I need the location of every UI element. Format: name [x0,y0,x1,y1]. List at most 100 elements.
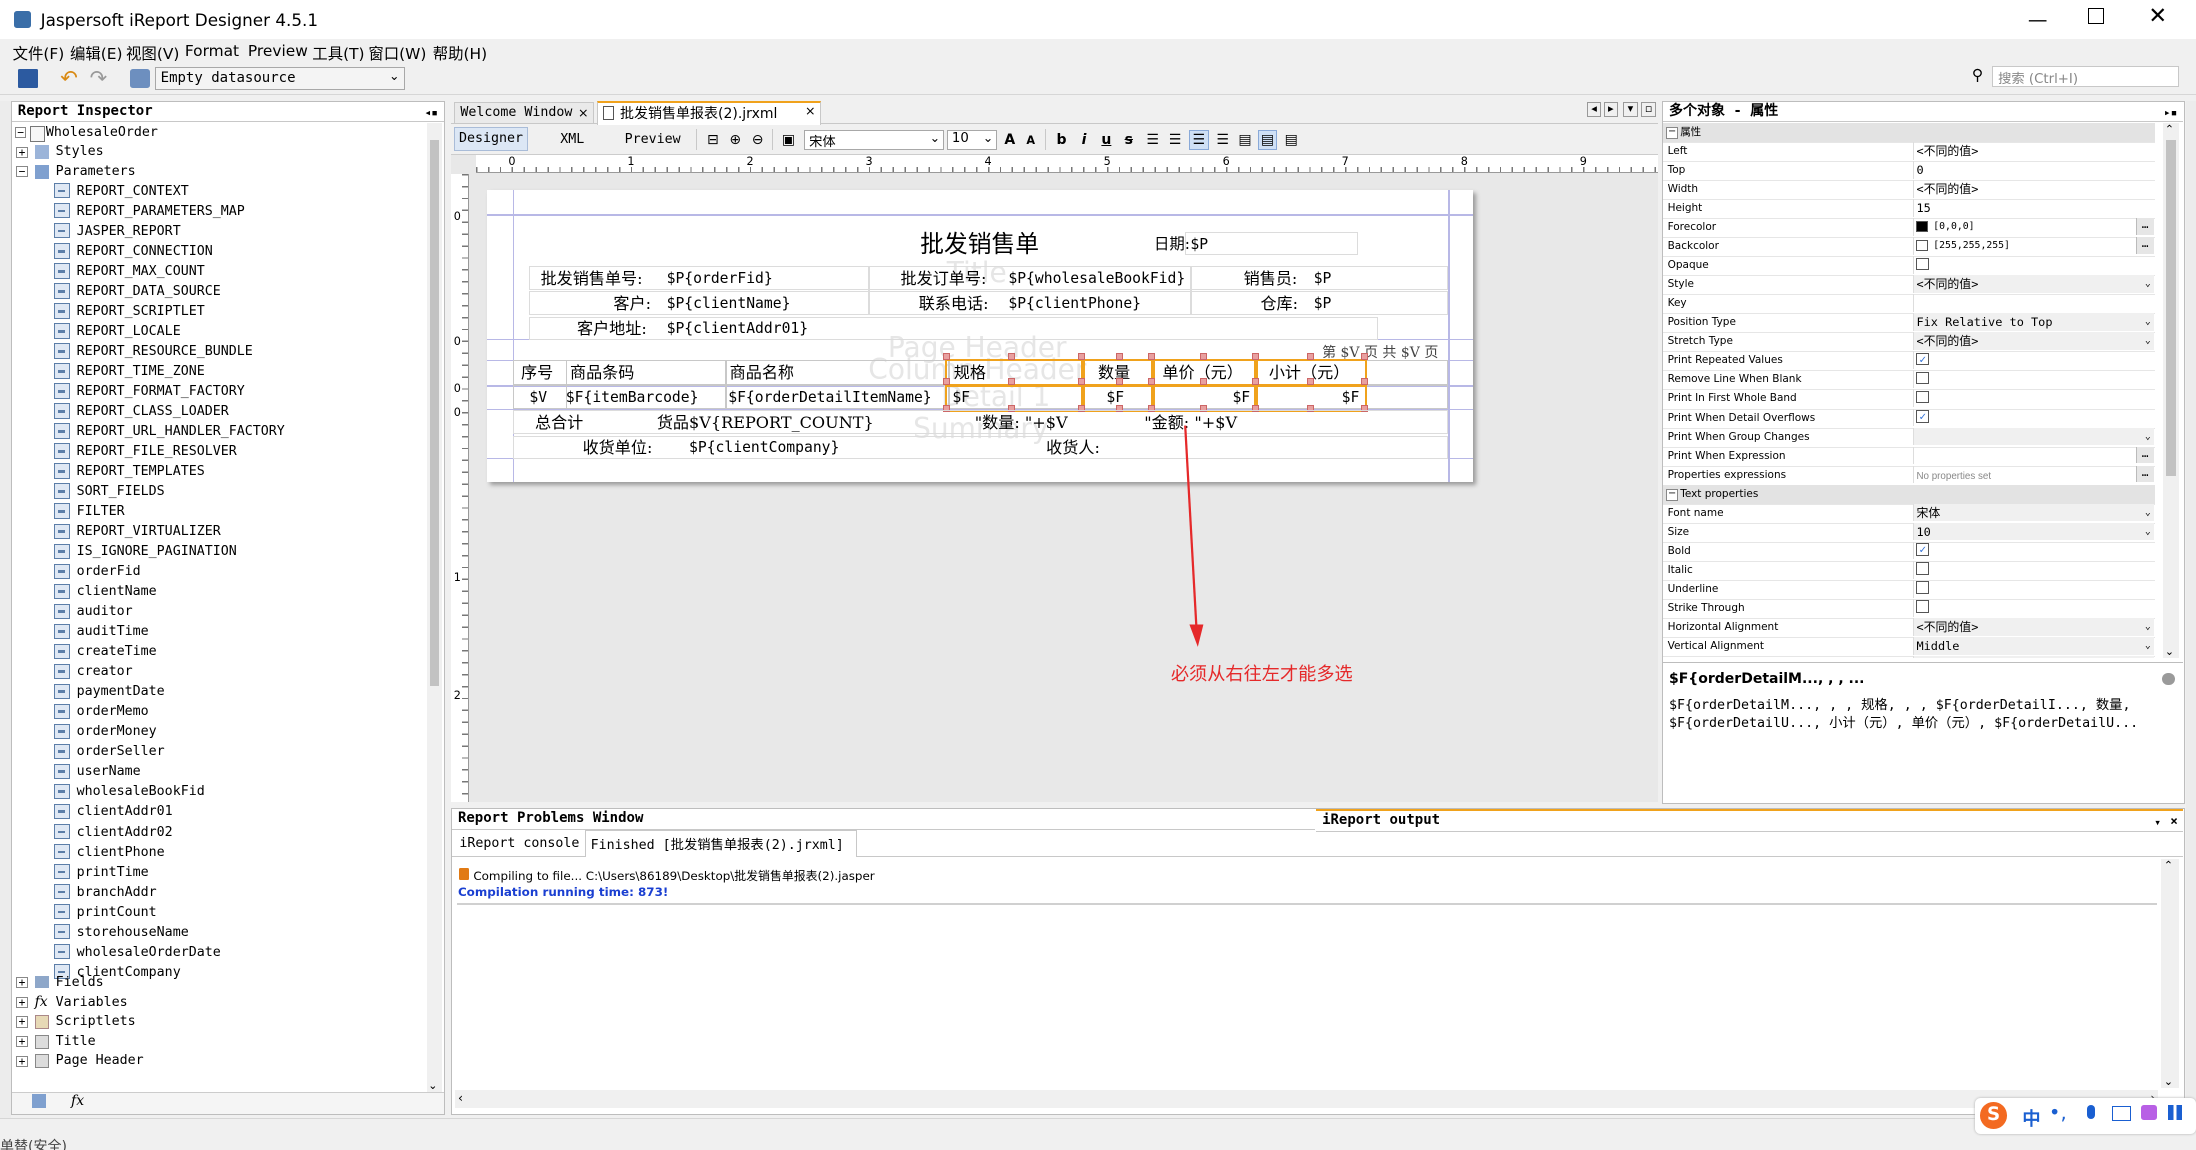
collapse-icon[interactable]: − [1666,126,1678,139]
underline-icon[interactable]: u [1097,130,1117,150]
warehouse-label[interactable]: 仓库: [1260,294,1298,314]
property-row[interactable]: Strike Through [1663,598,2155,620]
bold-icon[interactable]: b [1052,130,1072,150]
menu-format[interactable]: Format [185,42,239,60]
strikethrough-icon[interactable]: s [1119,130,1139,150]
expand-icon[interactable]: + [16,1016,28,1028]
property-value[interactable]: No properties set… [1912,465,2154,484]
chevron-down-icon[interactable]: ⌄ [2145,637,2151,655]
font-name-select[interactable]: 宋体 ⌄ [803,130,944,150]
chevron-down-icon[interactable]: ⌄ [2145,523,2151,541]
scroll-left-icon[interactable]: ‹ [458,1090,463,1105]
punctuation-icon[interactable]: •, [2049,1101,2067,1124]
expand-icon[interactable]: + [16,1055,28,1067]
property-value[interactable]: <不同的值> ⌄ [1912,332,2154,350]
property-value[interactable]: ✓ [1912,541,2154,560]
property-value[interactable]: ✓ [1912,351,2154,370]
receiver-unit-label[interactable]: 收货单位: [583,438,653,458]
address-label[interactable]: 客户地址: [577,319,647,339]
property-row[interactable]: Print In First Whole Band [1663,389,2155,410]
property-value[interactable]: <不同的值> ⌄ [1912,618,2154,636]
close-icon[interactable]: × [2165,811,2178,831]
checkbox-checked-icon[interactable]: ✓ [1916,352,1930,366]
phone-label[interactable]: 联系电话: [919,294,989,314]
expand-icon[interactable]: + [16,147,28,158]
menu-tools[interactable]: 工具(T) [312,42,364,64]
collapse-icon[interactable]: − [15,127,27,139]
column-header-index[interactable]: 序号 [521,363,553,383]
property-row[interactable]: Rotation None⌄ [1663,656,2155,658]
property-row[interactable]: Remove Line When Blank [1663,370,2155,391]
resize-handle[interactable] [942,352,950,360]
resize-handle[interactable] [1008,352,1016,360]
order-fid-field[interactable]: $P{orderFid} [667,269,773,289]
property-value[interactable]: Middle ⌄ [1912,637,2154,655]
collapse-icon[interactable]: − [1666,488,1678,501]
property-value[interactable]: ✓ [1912,408,2154,427]
align-middle-icon[interactable]: ▤ [1257,130,1278,150]
resize-handle[interactable] [1306,352,1314,360]
resize-handle[interactable] [1361,378,1369,386]
resize-handle[interactable] [1148,378,1156,386]
property-row[interactable]: Forecolor [0,0,0]… [1663,218,2155,239]
properties-scrollbar[interactable]: ⌃ ⌄ [2163,122,2179,658]
redo-icon[interactable]: ↷ [90,66,108,90]
resize-handle[interactable] [1361,352,1369,360]
ime-language[interactable]: 中 [2022,1105,2040,1131]
microphone-icon[interactable] [2086,1104,2096,1119]
close-icon[interactable]: ✕ [2148,3,2167,29]
property-row[interactable]: Print Repeated Values ✓ [1663,351,2155,372]
property-row[interactable]: Font name 宋体 ⌄ [1663,503,2155,524]
checkbox-icon[interactable] [1916,257,1930,271]
chevron-down-icon[interactable]: ⌄ [2145,656,2151,658]
chevron-down-icon[interactable]: ⌄ [2145,313,2151,331]
scrollbar-thumb[interactable] [2166,139,2176,476]
book-fid-field[interactable]: $P{wholesaleBookFid} [1008,269,1185,289]
property-value[interactable]: <不同的值> [1912,141,2154,160]
subtab-designer[interactable]: Designer [453,127,528,152]
property-value[interactable] [1912,370,2154,389]
zoom-fit-icon[interactable]: ⊟ [703,130,723,150]
datasource-select[interactable]: Empty datasource ⌄ [155,67,405,90]
align-center-icon[interactable]: ☰ [1189,130,1209,150]
book-no-label[interactable]: 批发订单号: [901,269,987,289]
checkbox-checked-icon[interactable]: ✓ [1916,409,1930,423]
menu-window[interactable]: 窗口(W) [368,42,426,64]
panel-minimize-icon[interactable]: ◂▪ [419,103,437,123]
address-field[interactable]: $P{clientAddr01} [667,319,808,339]
ellipsis-button[interactable]: … [2135,465,2154,483]
chevron-down-icon[interactable]: ⌄ [2145,504,2151,522]
property-value[interactable]: None⌄ [1912,656,2154,658]
search-input[interactable]: 搜索 (Ctrl+I) [1991,65,2180,87]
property-value[interactable] [1912,579,2154,598]
property-value[interactable] [1912,598,2154,617]
checkbox-icon[interactable] [1916,371,1930,385]
property-value[interactable]: ⌄ [1912,427,2154,446]
summary-goods-count[interactable]: 货品$V{REPORT_COUNT} [657,413,874,433]
subtab-preview[interactable]: Preview [625,132,681,147]
close-icon[interactable]: × [805,103,816,118]
tab-finished[interactable]: Finished [批发销售单报表(2).jrxml] [585,830,858,858]
console-vscrollbar[interactable]: ⌃ ⌄ [2160,858,2180,1089]
property-value[interactable]: 15 [1912,199,2154,217]
client-company-field[interactable]: $P{clientCompany} [689,438,839,458]
align-bottom-icon[interactable]: ▤ [1281,130,1301,150]
tab-report-file[interactable]: 批发销售单报表(2).jrxml × [596,100,821,125]
client-field[interactable]: $P{clientName} [667,294,791,314]
maximize-editor-icon[interactable]: ▫ [1641,102,1656,117]
order-no-label[interactable]: 批发销售单号: [541,269,643,289]
skin-icon[interactable] [2141,1104,2157,1121]
subtab-xml[interactable]: XML [560,132,584,147]
resize-handle[interactable] [1116,352,1124,360]
property-row[interactable]: Size 10 ⌄ [1663,522,2155,543]
property-row[interactable]: Italic [1663,560,2155,581]
property-row[interactable]: Position Type Fix Relative to Top ⌄ [1663,313,2155,334]
phone-field[interactable]: $P{clientPhone} [1008,294,1141,314]
resize-handle[interactable] [1252,352,1260,360]
property-row[interactable]: Horizontal Alignment <不同的值> ⌄ [1663,618,2155,639]
property-row[interactable]: Top 0 [1663,160,2155,181]
zoom-out-icon[interactable]: ⊖ [748,130,768,150]
property-row[interactable]: Bold ✓ [1663,541,2155,562]
console-output[interactable] [455,858,2159,1089]
menu-edit[interactable]: 编辑(E) [70,42,123,64]
